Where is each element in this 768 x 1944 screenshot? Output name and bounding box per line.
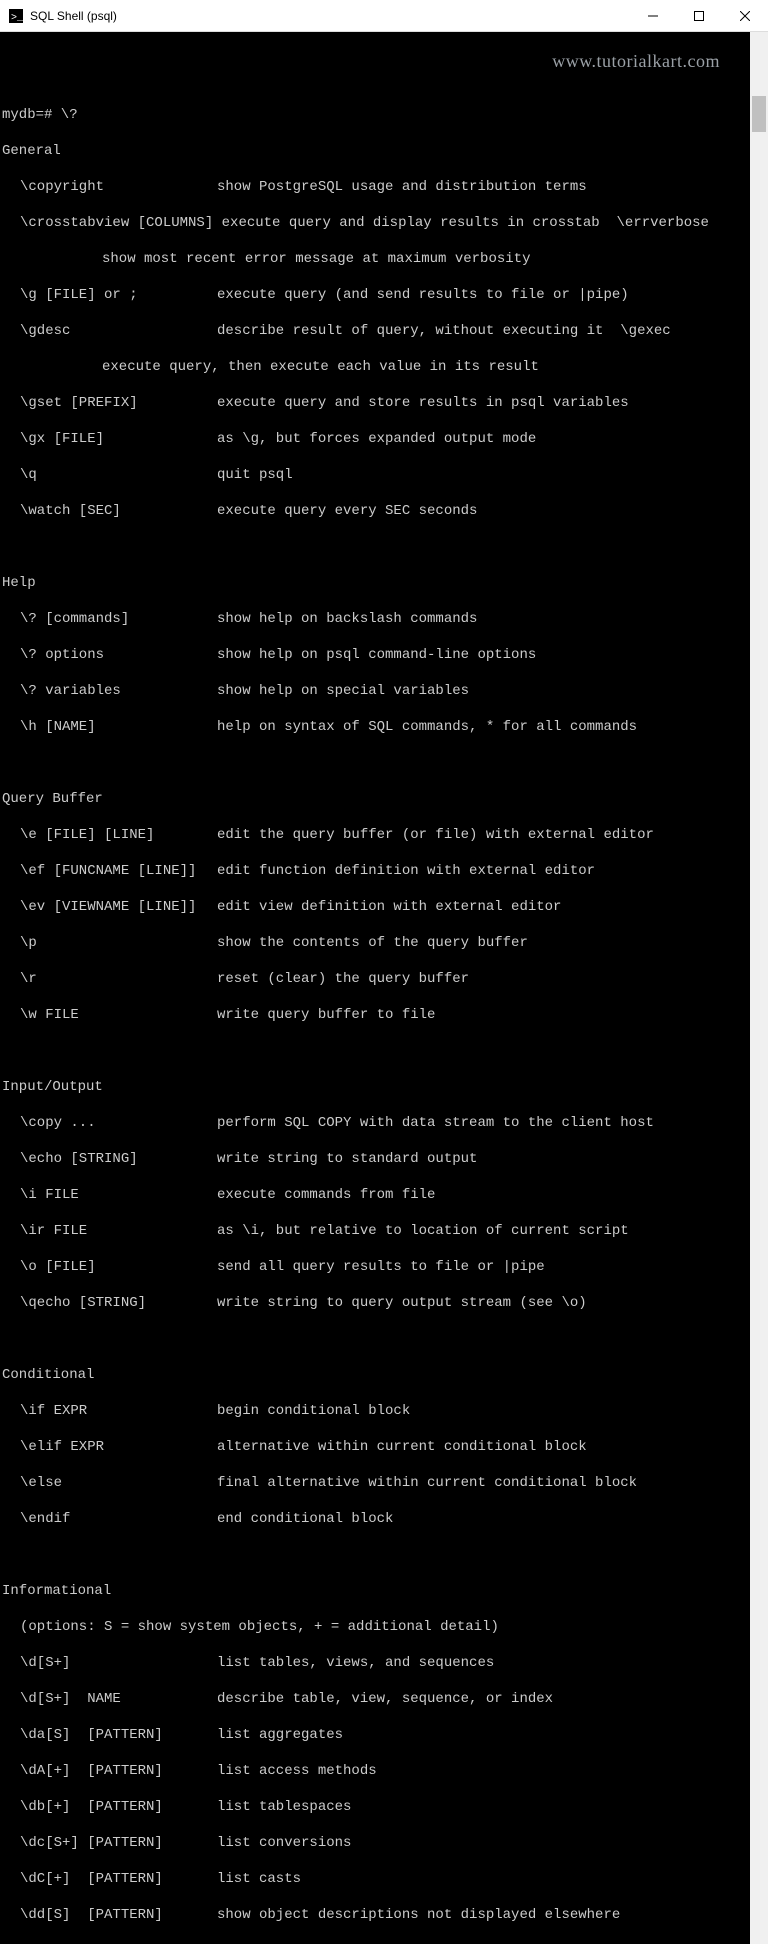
cmd-ir: \ir FILE (2, 1222, 217, 1240)
desc-dc: list conversions (217, 1834, 351, 1852)
cmd-endif: \endif (2, 1510, 217, 1528)
cmd-d: \d[S+] (2, 1654, 217, 1672)
desc-h: help on syntax of SQL commands, * for al… (217, 718, 637, 736)
cmd-db: \db[+] [PATTERN] (2, 1798, 217, 1816)
cmd-help-variables: \? variables (2, 682, 217, 700)
cmd-w: \w FILE (2, 1006, 217, 1024)
cmd-crosstab: \crosstabview [COLUMNS] (2, 214, 213, 232)
close-button[interactable] (722, 0, 768, 32)
section-querybuffer: Query Buffer (2, 790, 748, 808)
scrollbar-thumb[interactable] (752, 96, 766, 132)
desc-dC: list casts (217, 1870, 301, 1888)
desc-gexec: execute query, then execute each value i… (2, 358, 748, 376)
desc-errverbose: show most recent error message at maximu… (2, 250, 748, 268)
desc-r: reset (clear) the query buffer (217, 970, 469, 988)
cmd-h: \h [NAME] (2, 718, 217, 736)
cmd-watch: \watch [SEC] (2, 502, 217, 520)
app-icon: >_ (8, 8, 24, 24)
cmd-dd: \dd[S] [PATTERN] (2, 1906, 217, 1924)
desc-if: begin conditional block (217, 1402, 410, 1420)
desc-ir: as \i, but relative to location of curre… (217, 1222, 629, 1240)
desc-da: list aggregates (217, 1726, 343, 1744)
section-conditional: Conditional (2, 1366, 748, 1384)
desc-dA: list access methods (217, 1762, 377, 1780)
cmd-gset: \gset [PREFIX] (2, 394, 217, 412)
cmd-copy: \copy ... (2, 1114, 217, 1132)
section-general: General (2, 142, 748, 160)
desc-i: execute commands from file (217, 1186, 435, 1204)
cmd-qecho: \qecho [STRING] (2, 1294, 217, 1312)
cmd-if: \if EXPR (2, 1402, 217, 1420)
cmd-dC: \dC[+] [PATTERN] (2, 1870, 217, 1888)
desc-copyright: show PostgreSQL usage and distribution t… (217, 178, 587, 196)
cmd-da: \da[S] [PATTERN] (2, 1726, 217, 1744)
desc-dname: describe table, view, sequence, or index (217, 1690, 553, 1708)
desc-dd: show object descriptions not displayed e… (217, 1906, 620, 1924)
cmd-copyright: \copyright (2, 178, 217, 196)
desc-copy: perform SQL COPY with data stream to the… (217, 1114, 654, 1132)
cmd-dname: \d[S+] NAME (2, 1690, 217, 1708)
cmd-i: \i FILE (2, 1186, 217, 1204)
section-informational: Informational (2, 1582, 748, 1600)
cmd-echo: \echo [STRING] (2, 1150, 217, 1168)
desc-help-options: show help on psql command-line options (217, 646, 536, 664)
informational-note: (options: S = show system objects, + = a… (2, 1618, 499, 1636)
cmd-dA: \dA[+] [PATTERN] (2, 1762, 217, 1780)
content-area: www.tutorialkart.com mydb=# \? General \… (0, 32, 768, 1944)
desc-d: list tables, views, and sequences (217, 1654, 494, 1672)
cmd-ev: \ev [VIEWNAME [LINE]] (2, 898, 217, 916)
section-help: Help (2, 574, 748, 592)
desc-e: edit the query buffer (or file) with ext… (217, 826, 654, 844)
desc-gx: as \g, but forces expanded output mode (217, 430, 536, 448)
maximize-button[interactable] (676, 0, 722, 32)
desc-crosstab: execute query and display results in cro… (222, 214, 600, 232)
cmd-else: \else (2, 1474, 217, 1492)
cmd-o: \o [FILE] (2, 1258, 217, 1276)
cmd-q: \q (2, 466, 217, 484)
desc-o: send all query results to file or |pipe (217, 1258, 545, 1276)
cmd-p: \p (2, 934, 217, 952)
prompt-line: mydb=# \? (2, 106, 748, 124)
cmd-dc: \dc[S+] [PATTERN] (2, 1834, 217, 1852)
desc-endif: end conditional block (217, 1510, 393, 1528)
desc-else: final alternative within current conditi… (217, 1474, 637, 1492)
vertical-scrollbar[interactable] (750, 32, 768, 1944)
desc-g: execute query (and send results to file … (217, 286, 629, 304)
svg-text:>_: >_ (11, 13, 24, 24)
desc-ev: edit view definition with external edito… (217, 898, 561, 916)
cmd-gdesc: \gdesc (2, 322, 217, 340)
watermark-text: www.tutorialkart.com (552, 52, 720, 70)
desc-p: show the contents of the query buffer (217, 934, 528, 952)
section-io: Input/Output (2, 1078, 748, 1096)
desc-gset: execute query and store results in psql … (217, 394, 629, 412)
cmd-errverbose: \errverbose (617, 215, 709, 231)
cmd-g: \g [FILE] or ; (2, 286, 217, 304)
cmd-e: \e [FILE] [LINE] (2, 826, 217, 844)
desc-elif: alternative within current conditional b… (217, 1438, 587, 1456)
window-titlebar: >_ SQL Shell (psql) (0, 0, 768, 32)
cmd-gx: \gx [FILE] (2, 430, 217, 448)
terminal-output[interactable]: www.tutorialkart.com mydb=# \? General \… (0, 32, 750, 1944)
cmd-help-commands: \? [commands] (2, 610, 217, 628)
desc-watch: execute query every SEC seconds (217, 502, 477, 520)
cmd-help-options: \? options (2, 646, 217, 664)
desc-qecho: write string to query output stream (see… (217, 1294, 587, 1312)
desc-help-commands: show help on backslash commands (217, 610, 477, 628)
desc-gdesc: describe result of query, without execut… (217, 322, 603, 340)
desc-ef: edit function definition with external e… (217, 862, 595, 880)
desc-w: write query buffer to file (217, 1006, 435, 1024)
cmd-ef: \ef [FUNCNAME [LINE]] (2, 862, 217, 880)
cmd-elif: \elif EXPR (2, 1438, 217, 1456)
desc-help-variables: show help on special variables (217, 682, 469, 700)
window-title: SQL Shell (psql) (30, 9, 630, 23)
desc-q: quit psql (217, 466, 293, 484)
cmd-r: \r (2, 970, 217, 988)
desc-db: list tablespaces (217, 1798, 351, 1816)
cmd-gexec: \gexec (620, 323, 670, 339)
minimize-button[interactable] (630, 0, 676, 32)
desc-echo: write string to standard output (217, 1150, 477, 1168)
